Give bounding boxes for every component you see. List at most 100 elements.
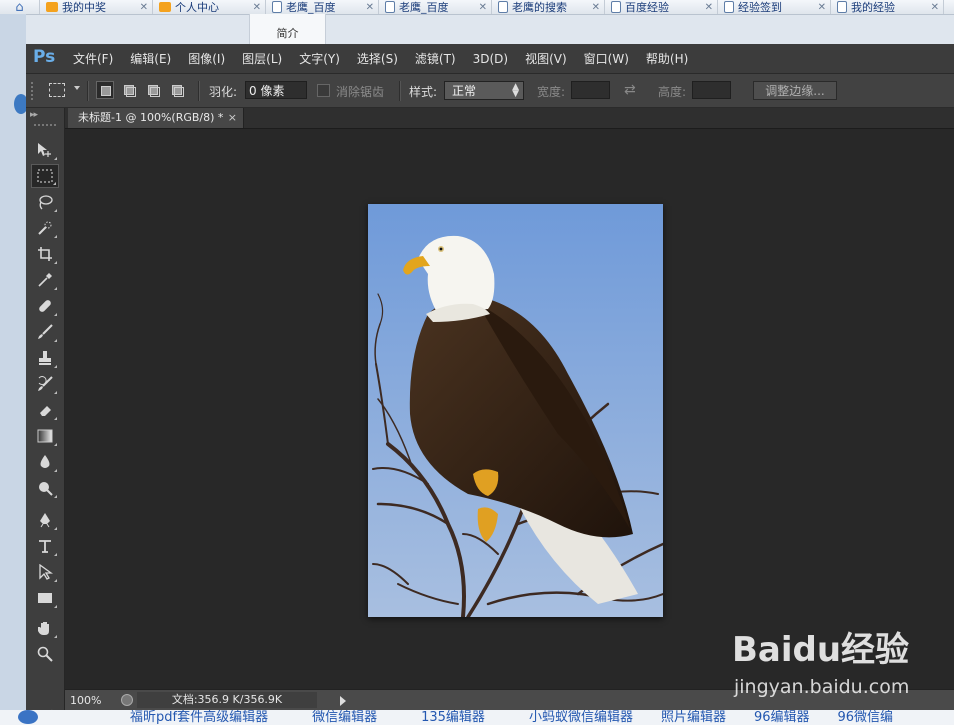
add-selection-button[interactable] (120, 81, 138, 99)
zoom-level[interactable]: 100% (70, 694, 101, 707)
feather-label: 羽化: (209, 85, 238, 99)
menu-help[interactable]: 帮助(H) (646, 50, 688, 67)
bookmark-link[interactable]: 小蚂蚁微信编辑器 (529, 710, 633, 725)
browser-tab[interactable]: 经验签到 ✕ (718, 0, 831, 14)
move-tool[interactable] (31, 138, 59, 162)
browser-tab[interactable]: 百度经验 ✕ (605, 0, 718, 14)
pen-tool[interactable] (31, 508, 59, 532)
menu-type[interactable]: 文字(Y) (299, 50, 340, 67)
type-tool[interactable] (31, 534, 59, 558)
quick-selection-tool[interactable] (31, 216, 59, 240)
close-icon[interactable]: × (228, 108, 237, 128)
menu-select[interactable]: 选择(S) (357, 50, 398, 67)
lasso-tool[interactable] (31, 190, 59, 214)
favicon-icon (611, 1, 621, 13)
close-icon[interactable]: ✕ (592, 2, 600, 13)
home-icon[interactable]: ⌂ (0, 0, 40, 14)
style-select-value: 正常 (452, 84, 477, 98)
bookmark-link[interactable]: 96微信编 (838, 710, 894, 725)
lasso-icon (39, 195, 53, 210)
brush-tool[interactable] (31, 320, 59, 344)
blur-tool[interactable] (31, 450, 59, 474)
menu-image[interactable]: 图像(I) (188, 50, 225, 67)
status-icon[interactable] (121, 694, 133, 706)
tool-flyout-indicator (54, 235, 57, 238)
close-icon[interactable]: ✕ (818, 2, 826, 13)
new-selection-button[interactable] (96, 81, 114, 99)
close-icon[interactable]: ✕ (253, 2, 261, 13)
browser-tab[interactable]: 老鹰的搜索 ✕ (492, 0, 605, 14)
spot-healing-tool[interactable] (31, 294, 59, 318)
tool-flyout-indicator (54, 417, 57, 420)
refine-edge-button[interactable]: 调整边缘... (753, 81, 837, 100)
bookmark-link[interactable]: 微信编辑器 (312, 710, 377, 725)
clone-stamp-tool[interactable] (31, 346, 59, 370)
hand-tool[interactable] (31, 616, 59, 640)
menu-bar: Ps 文件(F) 编辑(E) 图像(I) 图层(L) 文字(Y) 选择(S) 滤… (26, 44, 954, 74)
menu-layer[interactable]: 图层(L) (242, 50, 282, 67)
close-icon[interactable]: ✕ (366, 2, 374, 13)
eyedropper-tool[interactable] (31, 268, 59, 292)
crop-tool[interactable] (31, 242, 59, 266)
chevron-down-icon[interactable] (74, 86, 80, 90)
canvas-area[interactable] (65, 129, 954, 689)
browser-tab[interactable]: 我的经验 ✕ (831, 0, 944, 14)
document-tab[interactable]: 未标题-1 @ 100%(RGB/8) * × (68, 108, 244, 128)
favicon-icon (272, 1, 282, 13)
bookmark-link[interactable]: 96编辑器 (754, 710, 810, 725)
antialias-label: 消除锯齿 (336, 85, 385, 99)
options-grip[interactable] (31, 82, 35, 100)
eagle-photo[interactable] (368, 204, 663, 617)
bookmark-link[interactable]: 135编辑器 (421, 710, 485, 725)
collapse-icon[interactable]: ▸▸ (30, 110, 38, 120)
document-tab-bar: 未标题-1 @ 100%(RGB/8) * × (65, 108, 954, 129)
menu-file[interactable]: 文件(F) (73, 50, 113, 67)
width-input[interactable] (571, 81, 610, 99)
close-icon[interactable]: ✕ (705, 2, 713, 13)
main-menu: 文件(F) 编辑(E) 图像(I) 图层(L) 文字(Y) 选择(S) 滤镜(T… (73, 44, 705, 73)
menu-filter[interactable]: 滤镜(T) (415, 50, 456, 67)
browser-left-strip (0, 14, 28, 725)
antialias-checkbox[interactable] (317, 84, 330, 97)
favicon-icon (724, 1, 734, 13)
intersect-selection-button[interactable] (168, 81, 186, 99)
style-select[interactable]: 正常 ▲ ▼ (444, 81, 524, 100)
rectangular-marquee-tool[interactable] (31, 164, 59, 188)
swap-icon[interactable]: ⇄ (624, 82, 636, 98)
close-icon[interactable]: ✕ (931, 2, 939, 13)
tool-flyout-indicator (53, 182, 56, 185)
menu-3d[interactable]: 3D(D) (473, 52, 508, 66)
width-label: 宽度: (537, 85, 566, 99)
browser-tab[interactable]: 老鹰_百度 ✕ (266, 0, 379, 14)
bookmark-link[interactable]: 福昕pdf套件高级编辑器 (130, 710, 268, 725)
subtract-selection-button[interactable] (144, 81, 162, 99)
gradient-tool[interactable] (31, 424, 59, 448)
stamp-icon (39, 351, 51, 365)
favicon-icon (46, 2, 58, 12)
bookmark-link[interactable]: 照片编辑器 (661, 710, 726, 725)
panel-grip[interactable] (34, 124, 56, 128)
browser-tab[interactable]: 老鹰_百度 ✕ (379, 0, 492, 14)
baidu-watermark: Baidu经验 jingyan.baidu.com (732, 622, 942, 702)
history-brush-tool[interactable] (31, 372, 59, 396)
dodge-tool[interactable] (31, 476, 59, 500)
close-icon[interactable]: ✕ (140, 2, 148, 13)
menu-edit[interactable]: 编辑(E) (130, 50, 171, 67)
marquee-preset-icon[interactable] (49, 83, 65, 97)
eraser-tool[interactable] (31, 398, 59, 422)
height-label: 高度: (658, 85, 687, 99)
height-input[interactable] (692, 81, 731, 99)
path-selection-tool[interactable] (31, 560, 59, 584)
intro-tab[interactable]: 简介 (249, 14, 326, 45)
browser-tab[interactable]: 个人中心 ✕ (153, 0, 266, 14)
browser-tab[interactable]: 我的中奖 ✕ (40, 0, 153, 14)
menu-view[interactable]: 视图(V) (525, 50, 567, 67)
rectangle-tool[interactable] (31, 586, 59, 610)
close-icon[interactable]: ✕ (479, 2, 487, 13)
menu-window[interactable]: 窗口(W) (584, 50, 629, 67)
zoom-tool[interactable] (31, 642, 59, 666)
chevron-right-icon[interactable] (340, 696, 346, 706)
browser-tab-label: 个人中心 (175, 1, 219, 14)
feather-input[interactable]: 0 像素 (245, 81, 307, 99)
brush-icon (38, 324, 53, 339)
